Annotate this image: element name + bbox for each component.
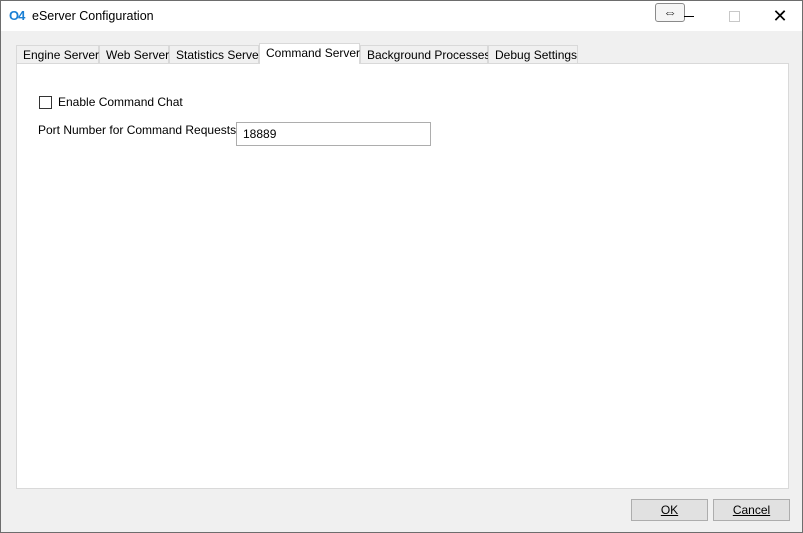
tab-statistics-server[interactable]: Statistics Server	[169, 45, 263, 63]
minimize-icon	[684, 16, 694, 17]
close-icon: ✕	[772, 6, 788, 26]
ok-button[interactable]: OK	[631, 499, 708, 521]
tab-engine-server[interactable]: Engine Server	[16, 45, 99, 63]
close-button[interactable]: ✕	[757, 1, 802, 31]
tab-command-server[interactable]: Command Server	[259, 43, 360, 64]
port-number-label: Port Number for Command Requests:	[38, 123, 240, 137]
title-bar[interactable]: O4 eServer Configuration ⇔ ✕	[1, 1, 802, 31]
app-logo-icon: O4	[9, 8, 25, 23]
ok-button-label: OK	[660, 503, 679, 517]
maximize-icon	[729, 11, 740, 22]
minimize-button[interactable]	[665, 1, 711, 31]
command-server-panel: Enable Command Chat Port Number for Comm…	[16, 63, 789, 489]
cancel-button[interactable]: Cancel	[713, 499, 790, 521]
eserver-configuration-window: O4 eServer Configuration ⇔ ✕ Engine Serv…	[0, 0, 803, 533]
cancel-button-label: Cancel	[732, 503, 771, 517]
window-title: eServer Configuration	[32, 9, 154, 23]
enable-command-chat-label[interactable]: Enable Command Chat	[58, 95, 183, 109]
enable-command-chat-checkbox[interactable]	[39, 96, 52, 109]
tab-background-processes[interactable]: Background Processes	[360, 45, 490, 63]
tab-web-server[interactable]: Web Server	[99, 45, 169, 63]
port-number-input[interactable]	[236, 122, 431, 146]
tab-debug-settings[interactable]: Debug Settings	[488, 45, 578, 63]
maximize-button[interactable]	[711, 1, 757, 31]
